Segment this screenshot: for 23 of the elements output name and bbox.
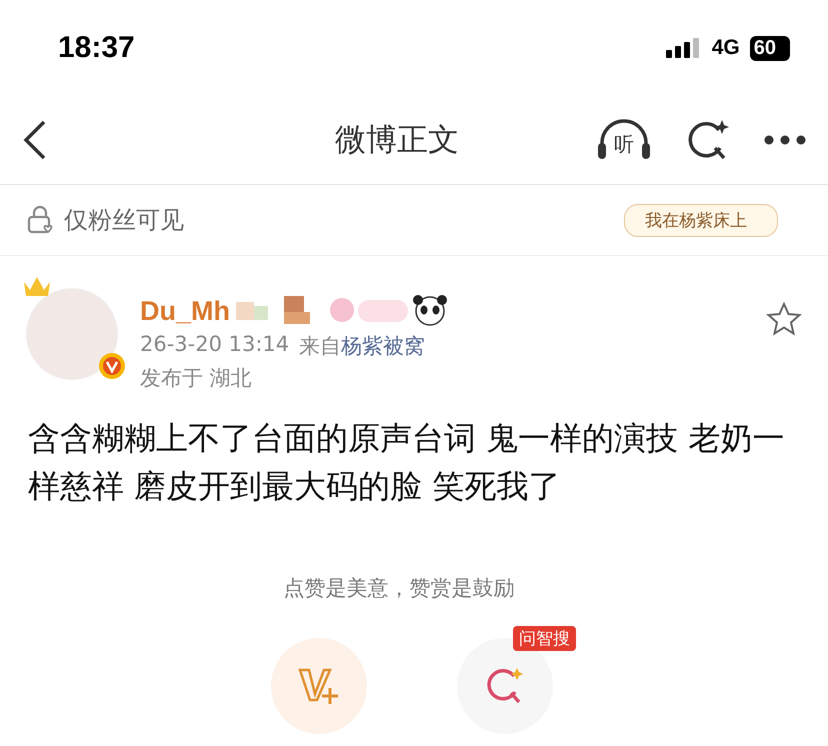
back-icon[interactable] [22, 120, 48, 160]
post-text: 含含糊糊上不了台面的原声台词 鬼一样的演技 老奶一样慈祥 磨皮开到最大码的脸 笑死我了 [27, 418, 786, 507]
battery-indicator: 60 [750, 36, 790, 60]
network-label: 4G [712, 36, 740, 60]
star-icon[interactable] [766, 302, 802, 336]
page-title: 微博正文 [334, 121, 460, 160]
avatar[interactable] [26, 288, 118, 380]
author-name[interactable]: Du_Mh [140, 296, 230, 326]
clock-time: 18:37 [58, 31, 135, 65]
reward-tip: 点赞是美意，赞赏是鼓励 [284, 575, 514, 602]
ai-search-badge: 问智搜 [513, 626, 576, 651]
visibility-label: 仅粉丝可见 [64, 205, 185, 236]
search-icon[interactable] [686, 118, 730, 162]
sticker-label: 我在杨紫床上 [624, 204, 778, 236]
verified-icon [98, 352, 126, 380]
source-prefix: 来自 [299, 333, 342, 360]
post-location: 发布于 湖北 [140, 365, 253, 392]
listen-button[interactable]: 听 [596, 117, 652, 163]
more-icon[interactable] [764, 135, 806, 145]
signal-icon [666, 38, 702, 58]
source-link[interactable]: 杨紫被窝 [341, 332, 426, 360]
reward-icon [297, 666, 341, 706]
post-time: 26-3-20 13:14 [140, 332, 290, 358]
